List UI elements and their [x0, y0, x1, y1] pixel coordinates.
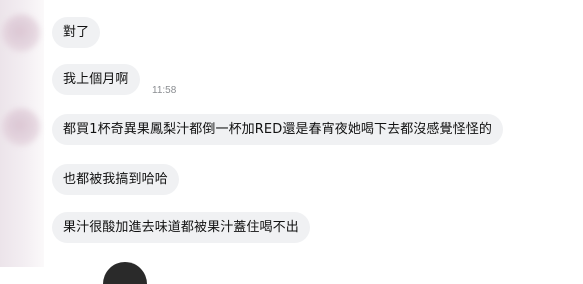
message-bubble[interactable]: 果汁很酸加進去味道都被果汁蓋住喝不出 — [52, 212, 310, 243]
next-avatar-partial — [103, 262, 147, 284]
message-bubble[interactable]: 我上個月啊 — [52, 64, 140, 95]
sender-avatar-blurred[interactable] — [2, 14, 40, 52]
message-timestamp: 11:58 — [152, 85, 177, 96]
message-bubble[interactable]: 也都被我搞到哈哈 — [52, 164, 179, 195]
message-bubble[interactable]: 對了 — [52, 17, 101, 48]
sender-avatar-blurred[interactable] — [2, 108, 40, 146]
message-bubble[interactable]: 都買1杯奇異果鳳梨汁都倒一杯加RED還是春宵夜她喝下去都沒感覺怪怪的 — [52, 114, 503, 145]
